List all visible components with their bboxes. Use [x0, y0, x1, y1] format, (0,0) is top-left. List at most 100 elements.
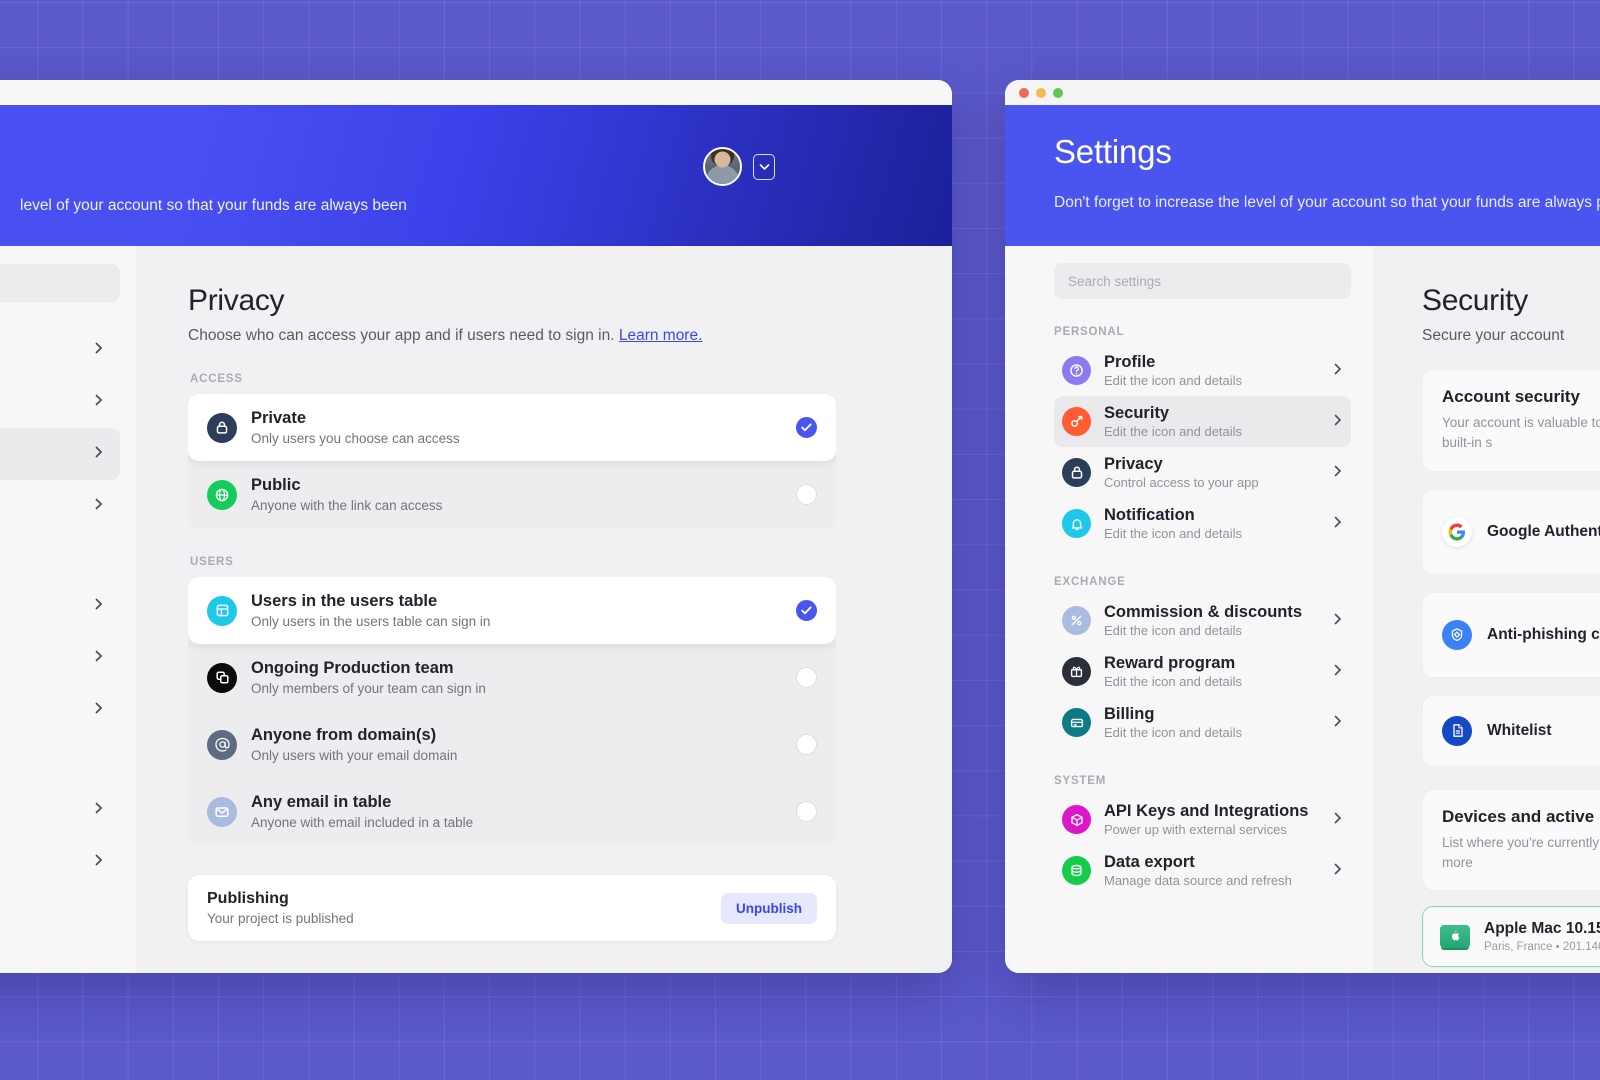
left-sidebar: ounts: [0, 246, 136, 973]
chevron-right-icon: [1334, 464, 1342, 482]
item-text: Data export Manage data source and refre…: [1104, 853, 1292, 888]
page-title: Privacy: [188, 284, 285, 317]
users-option-production-team[interactable]: Ongoing Production team Only members of …: [188, 644, 836, 711]
copy-icon: [207, 662, 237, 693]
users-options-card: Users in the users table Only users in t…: [188, 577, 836, 845]
item-text: Commission & discounts Edit the icon and…: [1104, 603, 1303, 638]
chevron-right-icon: [95, 341, 103, 359]
publishing-text: Publishing Your project is published: [207, 890, 354, 926]
sidebar-item-data-export[interactable]: refresh: [0, 836, 120, 888]
settings-item-reward[interactable]: Reward program Edit the icon and details: [1054, 646, 1351, 697]
sidebar-item-accounts[interactable]: ounts: [0, 580, 120, 632]
security-item-google-authenticator[interactable]: Google Authent: [1422, 488, 1600, 575]
option-text: Private Only users you choose can access: [251, 409, 460, 446]
settings-item-data-export[interactable]: Data export Manage data source and refre…: [1054, 845, 1351, 896]
chevron-right-icon: [1334, 362, 1342, 380]
key-icon: [1062, 407, 1091, 436]
access-section-label: ACCESS: [190, 373, 243, 385]
radio-unselected-icon[interactable]: [796, 667, 817, 688]
settings-body: PERSONAL Profile Edit the icon and detai…: [1005, 246, 1600, 973]
security-title: Security: [1422, 284, 1528, 317]
radio-selected-icon[interactable]: [796, 600, 817, 621]
chevron-right-icon: [1334, 663, 1342, 681]
radio-unselected-icon[interactable]: [796, 734, 817, 755]
radio-selected-icon[interactable]: [796, 417, 817, 438]
globe-icon: [207, 479, 237, 510]
google-icon: [1442, 516, 1472, 547]
sidebar-item[interactable]: [0, 480, 120, 532]
users-option-domain[interactable]: Anyone from domain(s) Only users with yo…: [188, 711, 836, 778]
group-label-personal: PERSONAL: [1054, 326, 1125, 338]
users-option-any-email[interactable]: Any email in table Anyone with email inc…: [188, 778, 836, 845]
radio-unselected-icon[interactable]: [796, 801, 817, 822]
close-window-button[interactable]: [1019, 87, 1029, 98]
search-input[interactable]: [1054, 263, 1351, 299]
gift-icon: [1062, 657, 1091, 686]
avatar[interactable]: [703, 147, 742, 186]
chevron-right-icon: [95, 393, 103, 411]
chevron-right-icon: [95, 597, 103, 615]
group-label-system: SYSTEM: [1054, 775, 1107, 787]
settings-item-commission[interactable]: Commission & discounts Edit the icon and…: [1054, 595, 1351, 646]
left-header-subtitle: level of your account so that your funds…: [20, 197, 407, 214]
left-window-header: level of your account so that your funds…: [0, 105, 952, 246]
device-text: Apple Mac 10.15 Paris, France ▪ 201.146.: [1484, 920, 1600, 953]
credit-card-icon: [1062, 708, 1091, 737]
minimize-window-button[interactable]: [1036, 87, 1046, 98]
item-text: API Keys and Integrations Power up with …: [1104, 802, 1309, 837]
security-pane: Security Secure your account Account sec…: [1373, 246, 1600, 973]
document-icon: [1442, 715, 1472, 746]
access-option-private[interactable]: Private Only users you choose can access: [188, 394, 836, 461]
table-icon: [207, 595, 237, 626]
chevron-right-icon: [1334, 811, 1342, 829]
device-row[interactable]: Apple Mac 10.15 Paris, France ▪ 201.146.: [1422, 906, 1600, 967]
sidebar-item[interactable]: [0, 376, 120, 428]
settings-sidebar: PERSONAL Profile Edit the icon and detai…: [1005, 246, 1373, 973]
security-item-whitelist[interactable]: Whitelist: [1422, 694, 1600, 767]
sidebar-search-input[interactable]: [0, 264, 120, 302]
settings-header: Settings Don't forget to increase the le…: [1005, 105, 1600, 246]
account-menu[interactable]: [703, 147, 775, 186]
chevron-down-icon[interactable]: [753, 153, 775, 180]
option-text: Users in the users table Only users in t…: [251, 592, 491, 629]
item-text: Security Edit the icon and details: [1104, 404, 1243, 439]
sidebar-item-integrations[interactable]: ations ices: [0, 784, 120, 836]
chevron-right-icon: [95, 853, 103, 871]
settings-item-security[interactable]: Security Edit the icon and details: [1054, 396, 1351, 447]
settings-item-profile[interactable]: Profile Edit the icon and details: [1054, 345, 1351, 396]
sidebar-item[interactable]: [0, 324, 120, 376]
chevron-right-icon: [1334, 862, 1342, 880]
maximize-window-button[interactable]: [1053, 87, 1063, 98]
option-text: Anyone from domain(s) Only users with yo…: [251, 726, 458, 763]
learn-more-link[interactable]: Learn more.: [619, 327, 703, 344]
devices-card: Devices and active List where you're cur…: [1422, 788, 1600, 891]
sidebar-item[interactable]: [0, 632, 120, 684]
shield-target-icon: [1442, 619, 1472, 650]
security-item-anti-phishing-code[interactable]: Anti-phishing co: [1422, 591, 1600, 678]
help-circle-icon: [1062, 356, 1091, 385]
at-sign-icon: [207, 729, 237, 760]
settings-window: Settings Don't forget to increase the le…: [1005, 80, 1600, 973]
chevron-right-icon: [1334, 413, 1342, 431]
radio-unselected-icon[interactable]: [796, 484, 817, 505]
chevron-right-icon: [95, 649, 103, 667]
settings-item-privacy[interactable]: Privacy Control access to your app: [1054, 447, 1351, 498]
unpublish-button[interactable]: Unpublish: [721, 892, 817, 924]
settings-item-api-keys[interactable]: API Keys and Integrations Power up with …: [1054, 794, 1351, 845]
sidebar-item[interactable]: [0, 684, 120, 736]
item-text: Billing Edit the icon and details: [1104, 705, 1243, 740]
option-text: Any email in table Anyone with email inc…: [251, 793, 474, 830]
users-option-users-table[interactable]: Users in the users table Only users in t…: [188, 577, 836, 644]
item-text: Reward program Edit the icon and details: [1104, 654, 1243, 689]
access-option-public[interactable]: Public Anyone with the link can access: [188, 461, 836, 528]
privacy-window: level of your account so that your funds…: [0, 80, 952, 973]
settings-item-notification[interactable]: Notification Edit the icon and details: [1054, 498, 1351, 549]
option-text: Ongoing Production team Only members of …: [251, 659, 486, 696]
sidebar-item-privacy[interactable]: [0, 428, 120, 480]
settings-item-billing[interactable]: Billing Edit the icon and details: [1054, 697, 1351, 748]
item-text: Notification Edit the icon and details: [1104, 506, 1243, 541]
percent-icon: [1062, 606, 1091, 635]
access-options-card: Private Only users you choose can access: [188, 394, 836, 528]
publishing-card: Publishing Your project is published Unp…: [188, 875, 836, 941]
chevron-right-icon: [1334, 515, 1342, 533]
